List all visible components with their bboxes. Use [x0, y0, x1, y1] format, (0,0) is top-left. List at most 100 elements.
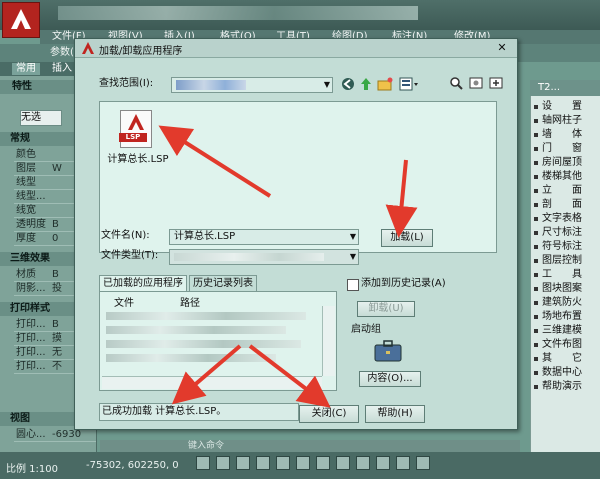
tool-panel-item[interactable]: 帮助演示	[542, 380, 582, 393]
file-name-input[interactable]: 计算总长.LSP ▼	[169, 229, 359, 245]
tool-panel-item[interactable]: 场地布置	[542, 310, 582, 323]
add-history-checkbox[interactable]	[347, 279, 359, 291]
bullet-icon	[534, 245, 538, 249]
tab-loaded-apps[interactable]: 已加载的应用程序	[99, 275, 187, 292]
loaded-apps-list[interactable]: 文件 路径	[99, 291, 337, 391]
lineweight-icon[interactable]	[356, 456, 370, 470]
column-path[interactable]: 路径	[180, 294, 200, 309]
close-icon[interactable]: ✕	[493, 41, 511, 55]
dyn-icon[interactable]	[336, 456, 350, 470]
bullet-icon	[534, 147, 538, 151]
bullet-icon	[534, 217, 538, 221]
qp-icon[interactable]	[396, 456, 410, 470]
tool-panel-item[interactable]: 剖 面	[542, 198, 582, 211]
tool-panel-item[interactable]: 文字表格	[542, 212, 582, 225]
help-button[interactable]: 帮助(H)	[365, 405, 425, 423]
close-button[interactable]: 关闭(C)	[299, 405, 359, 423]
tool-panel-item[interactable]: 建筑防火	[542, 296, 582, 309]
bullet-icon	[534, 343, 538, 347]
briefcase-icon	[374, 340, 402, 362]
polar-icon[interactable]	[256, 456, 270, 470]
back-icon[interactable]	[341, 77, 355, 91]
bullet-icon	[534, 315, 538, 319]
prop-row[interactable]: 圆心... -6930	[14, 428, 96, 442]
grid-icon[interactable]	[216, 456, 230, 470]
bullet-icon	[534, 161, 538, 165]
column-file[interactable]: 文件	[114, 294, 134, 309]
find-icon[interactable]	[449, 76, 463, 90]
horizontal-scrollbar[interactable]	[102, 376, 322, 389]
otrack-icon[interactable]	[296, 456, 310, 470]
bullet-icon	[534, 357, 538, 361]
tool-panel-item[interactable]: 房间屋顶	[542, 156, 582, 169]
list-item[interactable]	[106, 326, 286, 334]
bullet-icon	[534, 385, 538, 389]
tab-history[interactable]: 历史记录列表	[189, 275, 257, 291]
tool-panel-item[interactable]: 设 置	[542, 100, 582, 113]
tool-panel-item[interactable]: 三维建模	[542, 324, 582, 337]
coordinate-readout: -75302, 602250, 0	[86, 460, 179, 471]
bullet-icon	[534, 273, 538, 277]
command-line[interactable]: 键入命令	[100, 440, 520, 452]
tool-panel-item[interactable]: 立 面	[542, 184, 582, 197]
autocad-logo-icon	[82, 42, 94, 54]
bullet-icon	[534, 175, 538, 179]
tool-panel-title: T2...	[530, 80, 600, 96]
contents-button[interactable]: 内容(O)...	[359, 371, 421, 387]
file-item[interactable]: LSP 计算总长.LSP	[106, 110, 169, 180]
status-message: 已成功加载 计算总长.LSP。	[99, 403, 299, 421]
snap-icon[interactable]	[196, 456, 210, 470]
sc-icon[interactable]	[416, 456, 430, 470]
bullet-icon	[534, 259, 538, 263]
look-in-combo[interactable]: ▼	[171, 77, 333, 93]
add-history-label: 添加到历史记录(A)	[361, 278, 446, 289]
tool-panel-item[interactable]: 轴网柱子	[542, 114, 582, 127]
scale-readout[interactable]: 比例 1:100	[6, 460, 58, 475]
app-tabs: 已加载的应用程序 历史记录列表	[99, 275, 323, 292]
tool-panel-item[interactable]: 其 它	[542, 352, 582, 365]
views-icon[interactable]	[399, 77, 419, 91]
selection-combo[interactable]: 无选	[20, 110, 62, 126]
file-type-select[interactable]: ▼	[169, 249, 359, 265]
tool-panel-item[interactable]: 墙 体	[542, 128, 582, 141]
tool-panel-item[interactable]: 图块图案	[542, 282, 582, 295]
bullet-icon	[534, 105, 538, 109]
tool-panel-item[interactable]: 数据中心	[542, 366, 582, 379]
bullet-icon	[534, 189, 538, 193]
list-item[interactable]	[106, 312, 306, 320]
startup-group-label: 启动组	[351, 324, 381, 335]
tool-panel-item[interactable]: 工 具	[542, 268, 582, 281]
list-item[interactable]	[106, 340, 301, 348]
unload-button[interactable]: 卸载(U)	[357, 301, 415, 317]
bullet-icon	[534, 301, 538, 305]
tool-panel-item[interactable]: 符号标注	[542, 240, 582, 253]
favorites-icon[interactable]	[469, 76, 483, 90]
dialog-title-bar[interactable]: 加载/卸载应用程序 ✕	[75, 39, 517, 58]
look-in-label: 查找范围(I):	[99, 78, 154, 89]
dialog-title: 加载/卸载应用程序	[99, 46, 183, 57]
add-favorite-icon[interactable]	[489, 76, 503, 90]
tool-panel-item[interactable]: 文件布图	[542, 338, 582, 351]
tab-insert[interactable]: 插入	[48, 63, 76, 75]
up-folder-icon[interactable]	[359, 77, 373, 91]
load-unload-dialog: 加载/卸载应用程序 ✕ 查找范围(I): ▼ LSP 计算总长.LSP 文件名(…	[74, 38, 518, 430]
new-folder-icon[interactable]	[377, 77, 393, 91]
tab-home[interactable]: 常用	[12, 63, 40, 75]
tool-panel-item[interactable]: 楼梯其他	[542, 170, 582, 183]
file-name: 计算总长.LSP	[107, 154, 169, 165]
chevron-down-icon: ▼	[349, 232, 356, 241]
tool-panel-item[interactable]: 图层控制	[542, 254, 582, 267]
app-logo-icon[interactable]	[2, 2, 40, 38]
bullet-icon	[534, 203, 538, 207]
ortho-icon[interactable]	[236, 456, 250, 470]
ducs-icon[interactable]	[316, 456, 330, 470]
osnap-icon[interactable]	[276, 456, 290, 470]
list-item[interactable]	[106, 354, 276, 362]
transparency-icon[interactable]	[376, 456, 390, 470]
vertical-scrollbar[interactable]	[322, 306, 335, 376]
tool-panel-item[interactable]: 尺寸标注	[542, 226, 582, 239]
file-name-label: 文件名(N):	[101, 230, 150, 241]
load-button[interactable]: 加载(L)	[381, 229, 433, 247]
tool-panel-item[interactable]: 门 窗	[542, 142, 582, 155]
chevron-down-icon: ▼	[323, 80, 330, 89]
